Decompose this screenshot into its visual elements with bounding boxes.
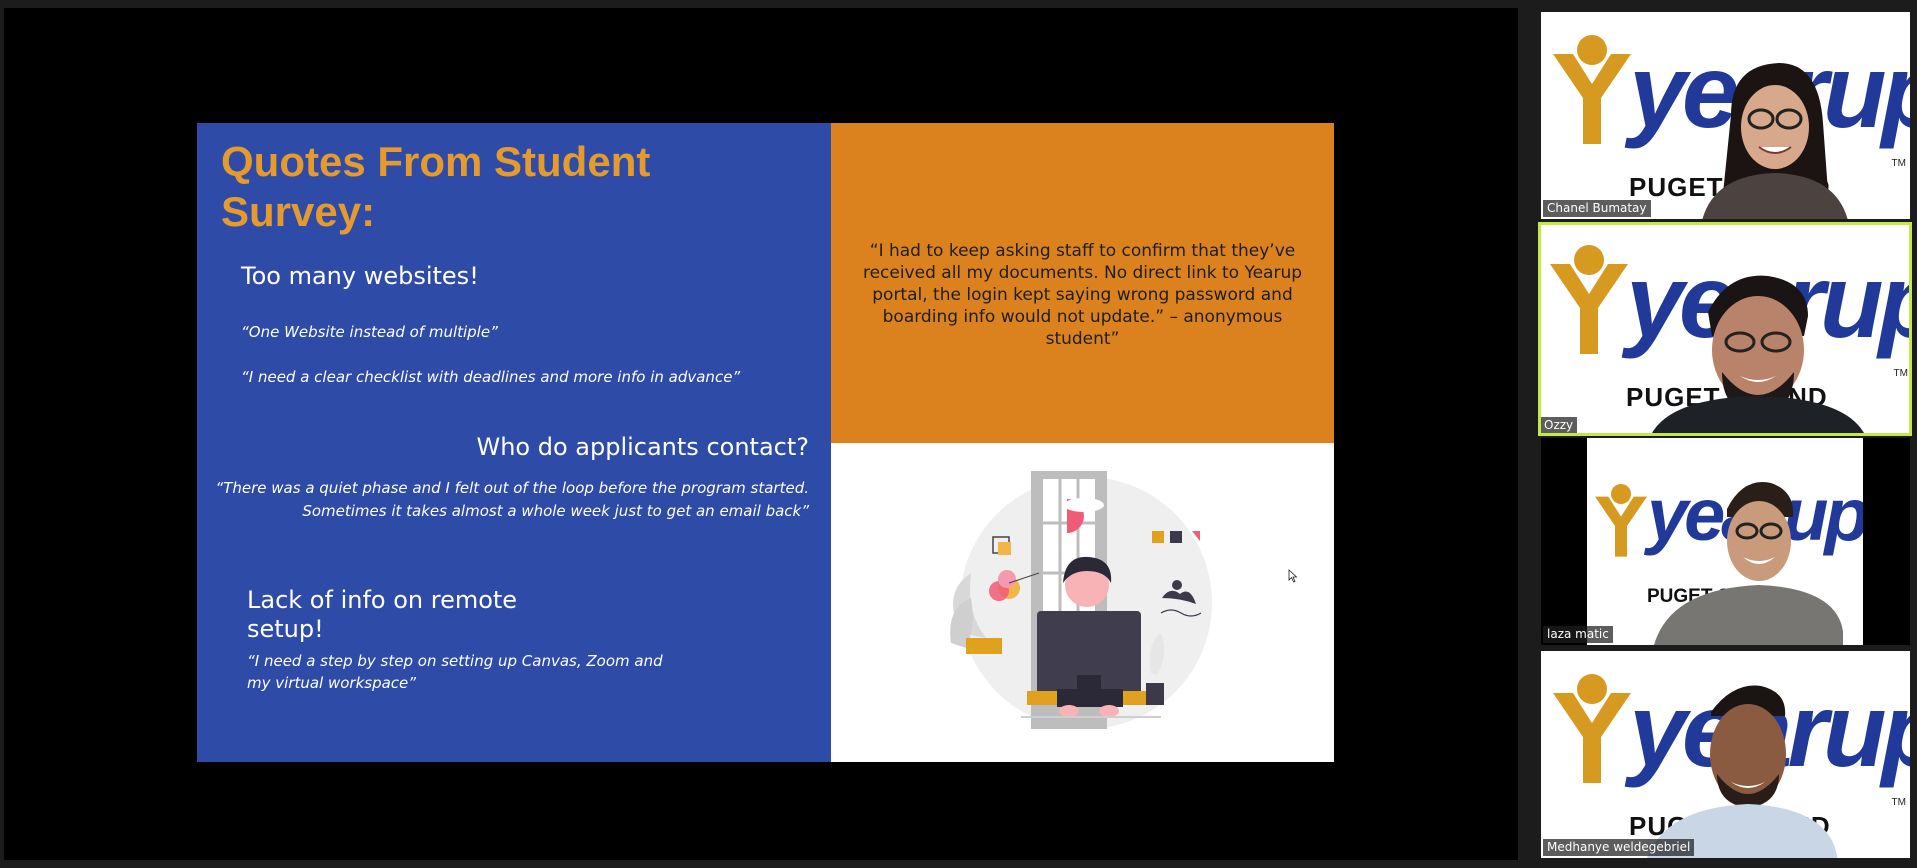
quote-quiet-phase-line2: Sometimes it takes almost a whole week j… — [302, 502, 809, 520]
slide-left-panel: Quotes From Student Survey: Too many web… — [197, 123, 831, 762]
yearup-logo-icon — [1553, 674, 1631, 783]
participant-video-avatar — [1654, 482, 1843, 645]
quote-step-by-step: “I need a step by step on setting up Can… — [247, 652, 663, 692]
slide-illustration-panel — [831, 443, 1334, 762]
yearup-logo-icon — [1553, 35, 1631, 144]
trademark-mark: TM — [1891, 797, 1906, 808]
slide-title: Quotes From Student Survey: — [221, 138, 651, 235]
participant-tile[interactable]: yearup PUGET SOUND TM Chanel Bumatay — [1541, 12, 1910, 219]
person-at-computer-illustration — [950, 471, 1212, 729]
yearup-logo-icon — [1550, 245, 1628, 354]
participant-tile-active-speaker[interactable]: yearup PUGET SOUND TM Ozzy — [1538, 222, 1912, 436]
shared-screen: Quotes From Student Survey: Too many web… — [4, 8, 1518, 860]
section-heading-contact: Who do applicants contact? — [476, 433, 809, 461]
section-heading-remote-setup: Lack of info on remote setup! — [247, 586, 518, 643]
participant-tile[interactable]: yearup PUGET SOUND TM Medhanye weldegebr… — [1541, 651, 1910, 858]
trademark-mark: TM — [1891, 158, 1906, 169]
participant-video-avatar — [1650, 275, 1866, 436]
participant-name-label: Ozzy — [1540, 417, 1578, 434]
featured-quote: “I had to keep asking staff to confirm t… — [862, 241, 1303, 349]
participant-name-label: laza matic — [1543, 626, 1613, 643]
slide-quote-panel: “I had to keep asking staff to confirm t… — [831, 123, 1334, 443]
presentation-slide: Quotes From Student Survey: Too many web… — [197, 123, 1334, 762]
quote-quiet-phase-line1: “There was a quiet phase and I felt out … — [215, 479, 809, 497]
mouse-cursor-icon — [1288, 569, 1298, 583]
participant-video-avatar — [1647, 685, 1838, 858]
participant-video-avatar — [1702, 63, 1848, 219]
quote-one-website: “One Website instead of multiple” — [241, 323, 498, 341]
section-heading-websites: Too many websites! — [241, 262, 479, 290]
quote-checklist: “I need a clear checklist with deadlines… — [241, 368, 741, 386]
video-frame: yearup PUGET SOUND — [1587, 438, 1863, 645]
trademark-mark: TM — [1893, 368, 1908, 379]
yearup-logo-icon — [1595, 484, 1647, 557]
participant-tile[interactable]: yearup PUGET SOUND laza matic — [1541, 438, 1910, 645]
participant-name-label: Medhanye weldegebriel — [1543, 839, 1695, 856]
participant-name-label: Chanel Bumatay — [1543, 200, 1651, 217]
